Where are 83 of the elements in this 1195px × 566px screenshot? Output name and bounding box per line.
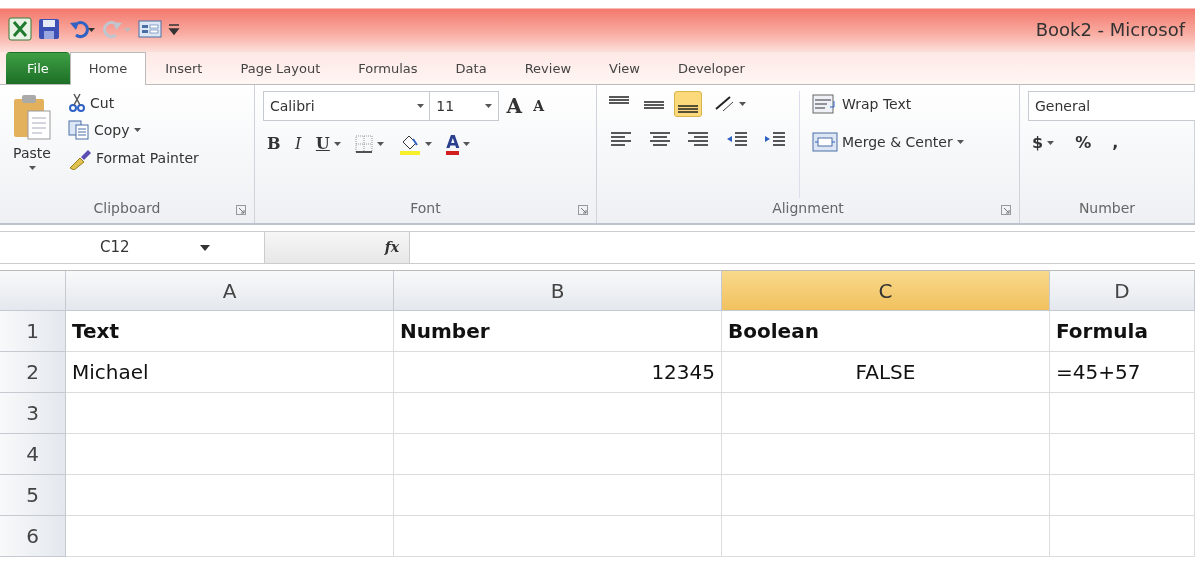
ribbon-tab[interactable]: View: [590, 52, 659, 84]
bottom-align-button[interactable]: [674, 91, 702, 117]
row-header[interactable]: 5: [0, 475, 66, 516]
align-lines-icon: [609, 95, 629, 104]
align-lines-icon: [678, 104, 698, 113]
table-cell: Text: [66, 311, 394, 352]
table-cell: FALSE: [722, 352, 1050, 393]
group-label: Font: [410, 200, 441, 216]
italic-button[interactable]: I: [291, 132, 306, 156]
table-cell: Michael: [66, 352, 394, 393]
dialog-launcher-icon[interactable]: [578, 205, 588, 215]
caret-icon: [417, 104, 424, 108]
save-icon[interactable]: [38, 18, 60, 40]
spreadsheet-logo-icon[interactable]: [8, 17, 32, 41]
merge-center-button[interactable]: Merge & Center: [808, 129, 968, 155]
font-color-button[interactable]: A: [442, 131, 475, 157]
table-cell: =45+57: [1050, 352, 1195, 393]
paste-button[interactable]: Paste: [8, 91, 56, 172]
scissors-icon: [68, 93, 86, 113]
column-header[interactable]: B: [394, 271, 722, 311]
borders-icon: [355, 135, 374, 153]
form-icon[interactable]: [138, 19, 162, 39]
wrap-text-button[interactable]: Wrap Text: [808, 91, 968, 117]
column-header[interactable]: C: [722, 271, 1050, 311]
group-label: Clipboard: [93, 200, 161, 216]
caret-icon: [133, 128, 141, 133]
ribbon-tab[interactable]: Home: [69, 52, 147, 85]
ribbon-tab[interactable]: Formulas: [339, 52, 437, 84]
font-size-field[interactable]: 11: [429, 91, 500, 121]
percent-button[interactable]: %: [1071, 131, 1096, 155]
ribbon-tab[interactable]: Review: [505, 52, 591, 84]
align-lines-icon: [643, 100, 664, 109]
row-header[interactable]: 1: [0, 311, 66, 352]
wrap-text-icon: [812, 93, 838, 115]
redo-icon: [102, 19, 132, 39]
caret-icon: [333, 142, 341, 146]
cut-button[interactable]: Cut: [64, 91, 203, 115]
paintbrush-icon: [68, 147, 92, 170]
caret-icon: [738, 102, 746, 106]
table-cell: 12345: [394, 352, 722, 393]
format-painter-button[interactable]: Format Painter: [64, 145, 203, 172]
merge-cells-icon: [812, 131, 838, 153]
column-header[interactable]: D: [1050, 271, 1195, 311]
group-label: Number: [1078, 200, 1136, 216]
caret-icon: [28, 165, 36, 170]
table-cell: Number: [394, 311, 722, 352]
dialog-launcher-icon[interactable]: [1001, 205, 1011, 215]
underline-button[interactable]: U: [311, 132, 345, 156]
clipboard-icon: [12, 93, 52, 141]
currency-button[interactable]: $: [1028, 131, 1059, 155]
table-cell: Formula: [1050, 311, 1195, 352]
paint-bucket-icon: [398, 133, 421, 155]
comma-style-button[interactable]: ,: [1108, 131, 1123, 155]
copy-icon: [68, 120, 90, 141]
row-header[interactable]: 4: [0, 434, 66, 475]
group-label: Alignment: [772, 200, 844, 216]
bold-button[interactable]: B: [263, 132, 285, 156]
ribbon-tab[interactable]: Insert: [146, 52, 222, 84]
caret-icon: [1047, 140, 1055, 145]
row-header[interactable]: 2: [0, 352, 66, 393]
caret-icon: [463, 142, 471, 146]
caret-icon: [956, 140, 964, 144]
font-family-field[interactable]: Calibri: [263, 91, 431, 121]
row-header[interactable]: 3: [0, 393, 66, 434]
customize-menu-icon[interactable]: [168, 22, 180, 36]
dialog-launcher-icon[interactable]: [236, 205, 246, 215]
window-title: Book2 - Microsof: [1035, 17, 1185, 42]
caret-icon: [377, 142, 385, 146]
shrink-font-button[interactable]: A: [529, 95, 549, 117]
caret-icon: [485, 104, 493, 108]
copy-button[interactable]: Copy: [64, 118, 203, 143]
ribbon-tab[interactable]: Developer: [658, 52, 764, 84]
caret-icon: [424, 142, 432, 146]
ribbon-tab[interactable]: Page Layout: [221, 52, 340, 84]
column-header[interactable]: A: [66, 271, 394, 311]
table-cell: Boolean: [722, 311, 1050, 352]
ribbon-tab[interactable]: File: [6, 52, 70, 84]
ribbon-tab[interactable]: Data: [436, 52, 506, 84]
row-header[interactable]: 6: [0, 516, 66, 557]
dropdown-arrow-icon[interactable]: [199, 244, 210, 251]
insert-function-button[interactable]: fx: [384, 237, 399, 258]
grow-font-button[interactable]: A: [502, 92, 527, 120]
number-format-field[interactable]: General: [1028, 91, 1195, 121]
